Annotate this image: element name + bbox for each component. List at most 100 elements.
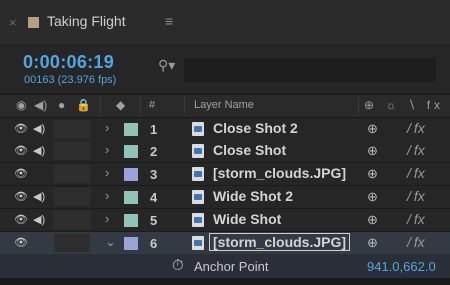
quality-switch-icon[interactable]: / (407, 165, 411, 181)
shy-switch-icon[interactable]: ⊕ (367, 166, 378, 182)
switch-box[interactable] (54, 188, 72, 206)
layer-row[interactable]: 👁 ◀) › 2 Close Shot ⊕ / fx (0, 140, 450, 163)
quality-switch-icon[interactable]: / (407, 120, 411, 136)
anchor-point-value[interactable]: 941.0,662.0 (367, 259, 436, 274)
image-file-icon (192, 167, 204, 181)
chevron-right-icon[interactable]: › (105, 188, 109, 203)
solo-header-icon: ● (58, 98, 66, 112)
shy-switch-icon[interactable]: ⊕ (367, 235, 378, 251)
audio-switch-header-icon: ◀) (34, 98, 48, 112)
layer-name[interactable]: [storm_clouds.JPG] (213, 165, 346, 181)
panel-menu-icon[interactable]: ≡ (165, 13, 173, 29)
timeline-panel: × Taking Flight ≡ 0:00:06:19 00163 (23.9… (0, 0, 450, 285)
fx-switch-icon[interactable]: fx (414, 120, 425, 136)
chevron-right-icon[interactable]: › (105, 142, 109, 157)
composition-tab-title[interactable]: Taking Flight (47, 13, 126, 29)
stopwatch-icon[interactable]: ⏱ (172, 257, 184, 274)
column-divider[interactable] (140, 97, 141, 114)
switch-box[interactable] (72, 188, 90, 206)
layer-number: 2 (150, 144, 158, 159)
shy-switch-icon[interactable]: ⊕ (367, 121, 378, 137)
video-visibility-toggle-icon[interactable]: 👁 (14, 167, 30, 181)
fx-switch-icon[interactable]: fx (414, 234, 425, 250)
label-color-swatch[interactable] (124, 123, 138, 136)
column-divider[interactable] (184, 97, 185, 114)
quality-switch-icon[interactable]: / (407, 211, 411, 227)
layer-row[interactable]: 👁 ◀) › 5 Wide Shot ⊕ / fx (0, 209, 450, 232)
video-visibility-toggle-icon[interactable]: 👁 (14, 236, 30, 250)
layer-row[interactable]: 👁 ⌄ 6 [storm_clouds.JPG] ⊕ / fx (0, 232, 450, 255)
label-color-swatch[interactable] (124, 168, 138, 181)
video-switch-header-icon: ◉ (16, 98, 27, 112)
switch-box[interactable] (72, 120, 90, 138)
property-row-anchor-point[interactable]: ⏱ Anchor Point 941.0,662.0 (0, 254, 450, 278)
shy-switch-icon[interactable]: ⊕ (367, 189, 378, 205)
quality-switch-icon[interactable]: / (407, 142, 411, 158)
chevron-down-icon[interactable]: ⌄ (105, 234, 116, 250)
shy-switch-icon[interactable]: ⊕ (367, 212, 378, 228)
column-divider[interactable] (358, 97, 359, 114)
effects-switch-icon[interactable]: / fx (404, 211, 425, 227)
video-file-icon (192, 144, 204, 158)
video-file-icon (192, 190, 204, 204)
label-color-swatch[interactable] (124, 214, 138, 227)
layer-name[interactable]: Close Shot 2 (213, 120, 298, 136)
label-color-swatch[interactable] (124, 191, 138, 204)
video-file-icon (192, 213, 204, 227)
number-column-header[interactable]: # (149, 99, 155, 111)
switch-box[interactable] (72, 234, 90, 252)
effects-switch-icon[interactable]: / fx (404, 142, 425, 158)
layer-number: 6 (150, 236, 158, 251)
effects-switch-icon[interactable]: / fx (404, 120, 425, 136)
layer-name[interactable]: Close Shot (213, 142, 286, 158)
search-icon[interactable]: ⚲▾ (158, 57, 175, 74)
video-visibility-toggle-icon[interactable]: 👁 (14, 122, 30, 136)
image-file-icon (192, 236, 204, 250)
fx-switch-icon[interactable]: fx (414, 211, 425, 227)
fx-switch-icon[interactable]: fx (414, 142, 425, 158)
quality-switch-icon[interactable]: / (407, 234, 411, 250)
audio-toggle-icon[interactable]: ◀) (33, 144, 51, 158)
column-divider[interactable] (100, 97, 101, 114)
layer-name[interactable]: [storm_clouds.JPG] (209, 233, 351, 251)
label-color-swatch[interactable] (124, 237, 138, 250)
switch-box[interactable] (54, 211, 72, 229)
layer-row[interactable]: 👁 ◀) › 4 Wide Shot 2 ⊕ / fx (0, 186, 450, 209)
current-time-display[interactable]: 0:00:06:19 (23, 52, 114, 73)
quality-switch-icon[interactable]: / (407, 188, 411, 204)
effects-switch-icon[interactable]: / fx (404, 188, 425, 204)
layer-name-column-header[interactable]: Layer Name (194, 99, 254, 111)
label-color-swatch[interactable] (124, 145, 138, 158)
layer-name[interactable]: Wide Shot (213, 211, 281, 227)
layer-row[interactable]: 👁 › 3 [storm_clouds.JPG] ⊕ / fx (0, 163, 450, 186)
switches-column-header: ⊕ ☼ ∖ fx (364, 98, 445, 112)
close-tab-icon[interactable]: × (9, 15, 17, 30)
layer-number: 4 (150, 190, 158, 205)
switch-box[interactable] (54, 120, 72, 138)
effects-switch-icon[interactable]: / fx (404, 165, 425, 181)
video-visibility-toggle-icon[interactable]: 👁 (14, 144, 30, 158)
video-visibility-toggle-icon[interactable]: 👁 (14, 213, 30, 227)
search-input[interactable] (184, 58, 436, 82)
layer-name[interactable]: Wide Shot 2 (213, 188, 293, 204)
effects-switch-icon[interactable]: / fx (404, 234, 425, 250)
audio-toggle-icon[interactable]: ◀) (33, 122, 51, 136)
video-visibility-toggle-icon[interactable]: 👁 (14, 190, 30, 204)
layer-row[interactable]: 👁 ◀) › 1 Close Shot 2 ⊕ / fx (0, 118, 450, 141)
audio-toggle-icon[interactable]: ◀) (33, 213, 51, 227)
chevron-right-icon[interactable]: › (105, 120, 109, 135)
switch-box[interactable] (54, 165, 72, 183)
switch-box[interactable] (72, 165, 90, 183)
switch-box[interactable] (72, 211, 90, 229)
fx-switch-icon[interactable]: fx (414, 165, 425, 181)
switch-box[interactable] (72, 142, 90, 160)
audio-toggle-icon[interactable]: ◀) (33, 190, 51, 204)
shy-switch-icon[interactable]: ⊕ (367, 143, 378, 159)
switch-box[interactable] (54, 142, 72, 160)
fx-switch-icon[interactable]: fx (414, 188, 425, 204)
chevron-right-icon[interactable]: › (105, 165, 109, 180)
chevron-right-icon[interactable]: › (105, 211, 109, 226)
switch-box[interactable] (54, 234, 72, 252)
layer-number: 1 (150, 122, 158, 137)
layer-number: 5 (150, 213, 158, 228)
